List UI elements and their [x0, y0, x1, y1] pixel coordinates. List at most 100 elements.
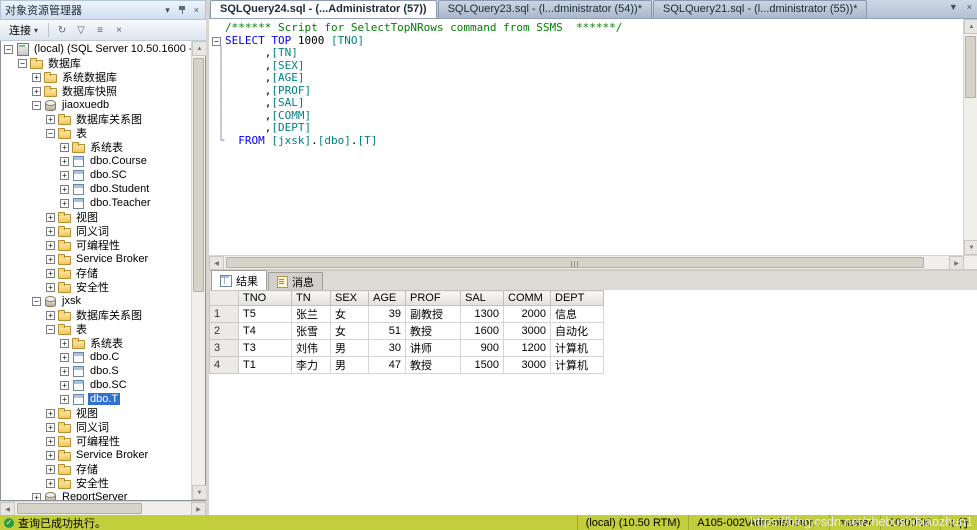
results-cell[interactable]: 男 — [331, 357, 369, 374]
scrollbar-thumb[interactable] — [17, 503, 142, 514]
results-cell[interactable]: T3 — [239, 340, 292, 357]
object-explorer-titlebar[interactable]: 对象资源管理器 ▾ × — [0, 0, 206, 20]
results-column-header[interactable]: TN — [292, 291, 331, 306]
results-row[interactable]: 2T4张雪女51教授16003000自动化 — [210, 323, 604, 340]
expand-icon[interactable]: + — [60, 171, 69, 180]
tree-item[interactable]: +可编程性 — [1, 434, 191, 448]
tree-item[interactable]: +系统表 — [1, 140, 191, 154]
expand-icon[interactable]: + — [60, 157, 69, 166]
results-cell[interactable]: 3000 — [504, 357, 551, 374]
results-column-header[interactable]: AGE — [369, 291, 406, 306]
results-column-header[interactable]: DEPT — [551, 291, 604, 306]
expand-icon[interactable]: + — [46, 409, 55, 418]
tree-item[interactable]: −表 — [1, 322, 191, 336]
refresh-icon[interactable]: ↻ — [54, 22, 70, 38]
results-cell[interactable]: 女 — [331, 323, 369, 340]
scroll-down-icon[interactable]: ▼ — [192, 485, 207, 500]
results-cell[interactable]: T1 — [239, 357, 292, 374]
results-cell[interactable]: 女 — [331, 306, 369, 323]
results-cell[interactable]: 张兰 — [292, 306, 331, 323]
expand-icon[interactable]: + — [46, 115, 55, 124]
tree-item[interactable]: +数据库快照 — [1, 84, 191, 98]
results-column-header[interactable]: COMM — [504, 291, 551, 306]
tree-item[interactable]: −数据库 — [1, 56, 191, 70]
results-cell[interactable]: 30 — [369, 340, 406, 357]
results-cell[interactable]: 男 — [331, 340, 369, 357]
scroll-down-icon[interactable]: ▼ — [964, 240, 977, 255]
expand-icon[interactable]: + — [60, 395, 69, 404]
tree-item[interactable]: +dbo.Student — [1, 182, 191, 196]
expand-icon[interactable]: + — [46, 311, 55, 320]
scrollbar-track[interactable] — [15, 502, 191, 515]
expand-icon[interactable]: + — [46, 451, 55, 460]
window-menu-icon[interactable]: ▾ — [163, 5, 172, 16]
tree-item[interactable]: −jxsk — [1, 294, 191, 308]
results-cell[interactable]: 1200 — [504, 340, 551, 357]
tab-results[interactable]: 结果 — [211, 270, 267, 290]
scrollbar-track[interactable] — [224, 256, 949, 269]
scroll-up-icon[interactable]: ▲ — [964, 19, 977, 34]
results-cell[interactable]: 计算机 — [551, 357, 604, 374]
results-cell[interactable]: 教授 — [406, 357, 461, 374]
expand-icon[interactable]: + — [60, 143, 69, 152]
expand-icon[interactable]: + — [46, 283, 55, 292]
tree-item[interactable]: +安全性 — [1, 476, 191, 490]
tree-item[interactable]: −(local) (SQL Server 10.50.1600 - A105-0… — [1, 42, 191, 56]
results-cell[interactable]: 自动化 — [551, 323, 604, 340]
results-cell[interactable]: 刘伟 — [292, 340, 331, 357]
collapse-icon[interactable]: − — [32, 101, 41, 110]
close-document-icon[interactable]: × — [965, 2, 974, 12]
tree-item[interactable]: +dbo.T — [1, 392, 191, 406]
results-cell[interactable]: 计算机 — [551, 340, 604, 357]
expand-icon[interactable]: + — [60, 353, 69, 362]
editor-vertical-scrollbar[interactable]: ▲ ▼ — [963, 19, 977, 255]
pin-icon[interactable] — [176, 5, 188, 16]
scrollbar-track[interactable] — [964, 34, 977, 240]
expand-icon[interactable]: + — [60, 367, 69, 376]
results-row[interactable]: 1T5张兰女39副教授13002000信息 — [210, 306, 604, 323]
results-row[interactable]: 3T3刘伟男30讲师9001200计算机 — [210, 340, 604, 357]
expand-icon[interactable]: + — [60, 381, 69, 390]
tree-item[interactable]: +数据库关系图 — [1, 112, 191, 126]
close-icon[interactable]: × — [192, 5, 201, 15]
tree-item[interactable]: +同义词 — [1, 224, 191, 238]
results-row[interactable]: 4T1李力男47教授15003000计算机 — [210, 357, 604, 374]
tree-item[interactable]: −jiaoxuedb — [1, 98, 191, 112]
tree-item[interactable]: +系统数据库 — [1, 70, 191, 84]
collapse-icon[interactable]: − — [4, 45, 13, 54]
tab-messages[interactable]: 消息 — [268, 272, 323, 290]
tree-item[interactable]: +dbo.Teacher — [1, 196, 191, 210]
collapse-icon[interactable]: − — [18, 59, 27, 68]
expand-icon[interactable]: + — [46, 255, 55, 264]
tree-item[interactable]: +可编程性 — [1, 238, 191, 252]
select-all-corner[interactable] — [210, 291, 239, 306]
view-list-icon[interactable]: ≡ — [92, 22, 108, 38]
explorer-vertical-scrollbar[interactable]: ▲ ▼ — [191, 41, 205, 500]
results-cell[interactable]: 39 — [369, 306, 406, 323]
expand-icon[interactable]: + — [46, 437, 55, 446]
results-cell[interactable]: 教授 — [406, 323, 461, 340]
tree-item[interactable]: +dbo.SC — [1, 168, 191, 182]
document-tab[interactable]: SQLQuery21.sql - (l...dministrator (55))… — [653, 0, 867, 18]
results-cell[interactable]: 讲师 — [406, 340, 461, 357]
editor-horizontal-scrollbar[interactable]: ◀ ▶ — [209, 255, 977, 269]
results-cell[interactable]: 1300 — [461, 306, 504, 323]
results-cell[interactable]: 李力 — [292, 357, 331, 374]
results-cell[interactable]: T5 — [239, 306, 292, 323]
tree-item[interactable]: +dbo.Course — [1, 154, 191, 168]
tree-item[interactable]: +ReportServer — [1, 490, 191, 500]
tree-item[interactable]: +视图 — [1, 210, 191, 224]
results-cell[interactable]: 信息 — [551, 306, 604, 323]
results-cell[interactable]: 张雪 — [292, 323, 331, 340]
tree-item[interactable]: +视图 — [1, 406, 191, 420]
scrollbar-thumb[interactable] — [965, 36, 976, 98]
expand-icon[interactable]: + — [46, 423, 55, 432]
scrollbar-track[interactable] — [192, 56, 205, 485]
row-number[interactable]: 3 — [210, 340, 239, 357]
expand-icon[interactable]: + — [60, 199, 69, 208]
explorer-horizontal-scrollbar[interactable]: ◀ ▶ — [0, 501, 206, 515]
results-column-header[interactable]: SEX — [331, 291, 369, 306]
tree-item[interactable]: +系统表 — [1, 336, 191, 350]
expand-icon[interactable]: + — [46, 227, 55, 236]
tree-item[interactable]: +数据库关系图 — [1, 308, 191, 322]
